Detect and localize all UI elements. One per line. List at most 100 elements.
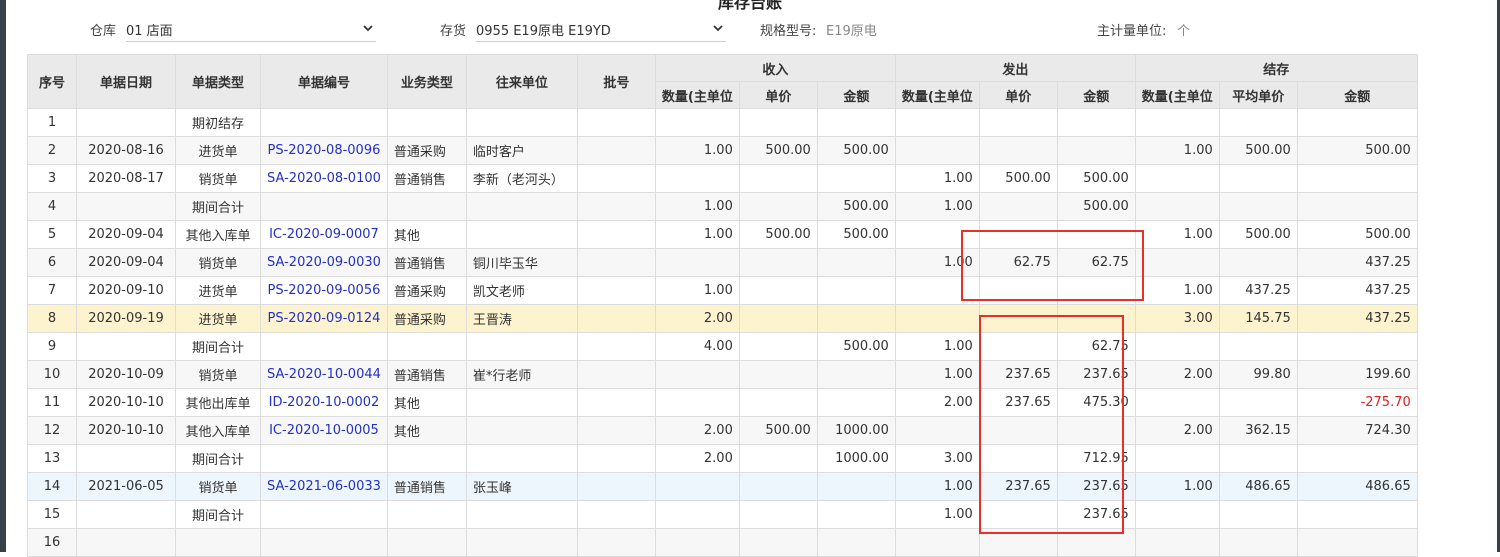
- cell-doc-type: 进货单: [175, 136, 261, 165]
- cell-seq: 13: [27, 444, 77, 473]
- table-row[interactable]: 12 2020-10-10 其他入库单 IC-2020-10-0005 其他 2.00 50…: [27, 416, 1418, 445]
- cell-date: 2020-09-04: [76, 220, 176, 249]
- cell-seq: 2: [27, 136, 77, 165]
- warehouse-label: 仓库: [90, 24, 117, 39]
- cell-in-amount: [816, 276, 896, 305]
- cell-out-qty: 3.00: [894, 444, 980, 473]
- col-header-seq[interactable]: 序号: [27, 54, 77, 109]
- chevron-down-icon: [713, 25, 723, 32]
- cell-partner: [465, 444, 578, 473]
- cell-in-qty: 2.00: [654, 444, 740, 473]
- cell-doc-type: 销货单: [175, 472, 261, 501]
- table-row[interactable]: 7 2020-09-10 进货单 PS-2020-09-0056 普通采购 凯文老师 1.0…: [27, 276, 1418, 305]
- cell-biz-type: 普通销售: [386, 164, 467, 193]
- doc-number-link[interactable]: SA-2020-08-0100: [267, 171, 381, 186]
- doc-number-link[interactable]: PS-2020-08-0096: [268, 143, 381, 158]
- table-row[interactable]: 2 2020-08-16 进货单 PS-2020-08-0096 普通采购 临时客户 1.0…: [27, 136, 1418, 165]
- cell-in-amount: 1000.00: [816, 444, 896, 473]
- col-header-doc-no[interactable]: 单据编号: [260, 54, 388, 109]
- cell-bal-amount: 199.60: [1296, 360, 1418, 389]
- cell-date: 2020-10-10: [76, 416, 176, 445]
- cell-batch: [576, 248, 656, 277]
- col-header-in-price[interactable]: 单价: [738, 81, 818, 109]
- cell-date: 2020-08-17: [76, 164, 176, 193]
- col-header-biz-type[interactable]: 业务类型: [386, 54, 467, 109]
- col-header-bal-amount[interactable]: 金额: [1296, 81, 1418, 109]
- cell-in-qty: [654, 248, 740, 277]
- cell-out-qty: 1.00: [894, 472, 980, 501]
- cell-bal-qty: [1134, 444, 1220, 473]
- cell-partner: [465, 500, 578, 529]
- table-row[interactable]: 13 期间合计 2.00 1000.00 3.00 712.95: [27, 444, 1418, 473]
- doc-number-link[interactable]: PS-2020-09-0056: [268, 283, 381, 298]
- inventory-label: 存货: [440, 24, 467, 39]
- cell-out-price: [978, 136, 1058, 165]
- cell-partner: 崔*行老师: [465, 360, 578, 389]
- cell-out-qty: [894, 416, 980, 445]
- cell-batch: [576, 444, 656, 473]
- cell-bal-amount: [1296, 528, 1418, 557]
- cell-batch: [576, 500, 656, 529]
- table-row[interactable]: 15 期间合计 1.00 237.65: [27, 500, 1418, 529]
- cell-doc-no: [260, 444, 388, 473]
- doc-number-link[interactable]: IC-2020-09-0007: [269, 227, 379, 242]
- doc-number-link[interactable]: IC-2020-10-0005: [269, 423, 379, 438]
- col-header-out-qty[interactable]: 数量(主单位: [894, 81, 980, 109]
- table-row[interactable]: 5 2020-09-04 其他入库单 IC-2020-09-0007 其他 1.00 500…: [27, 220, 1418, 249]
- cell-doc-no: [260, 108, 388, 137]
- table-row[interactable]: 10 2020-10-09 销货单 SA-2020-10-0044 普通销售 崔*行老师 1…: [27, 360, 1418, 389]
- col-header-bal-qty[interactable]: 数量(主单位: [1134, 81, 1220, 109]
- cell-bal-avg-price: [1218, 500, 1298, 529]
- cell-out-qty: [894, 108, 980, 137]
- table-row[interactable]: 6 2020-09-04 销货单 SA-2020-09-0030 普通销售 铜川毕玉华 1.…: [27, 248, 1418, 277]
- col-group-balance: 结存: [1134, 54, 1418, 82]
- cell-biz-type: 普通采购: [386, 276, 467, 305]
- cell-biz-type: 其他: [386, 416, 467, 445]
- col-header-date[interactable]: 单据日期: [76, 54, 176, 109]
- inventory-select[interactable]: 0955 E19原电 E19YD: [476, 16, 726, 42]
- table-row[interactable]: 3 2020-08-17 销货单 SA-2020-08-0100 普通销售 李新（老河头）…: [27, 164, 1418, 193]
- cell-in-amount: 500.00: [816, 220, 896, 249]
- cell-partner: [465, 108, 578, 137]
- cell-doc-type: 期间合计: [175, 444, 261, 473]
- cell-in-price: [738, 248, 818, 277]
- cell-in-qty: 2.00: [654, 416, 740, 445]
- col-header-batch[interactable]: 批号: [576, 54, 656, 109]
- col-header-bal-avg-price[interactable]: 平均单价: [1218, 81, 1298, 109]
- cell-in-amount: [816, 304, 896, 333]
- warehouse-select[interactable]: 01 店面: [126, 16, 376, 42]
- table-row[interactable]: 16: [27, 528, 1418, 557]
- cell-bal-amount: [1296, 164, 1418, 193]
- doc-number-link[interactable]: SA-2020-10-0044: [267, 367, 381, 382]
- col-header-out-price[interactable]: 单价: [978, 81, 1058, 109]
- col-header-doc-type[interactable]: 单据类型: [175, 54, 261, 109]
- doc-number-link[interactable]: ID-2020-10-0002: [269, 395, 380, 410]
- cell-batch: [576, 164, 656, 193]
- col-header-in-qty[interactable]: 数量(主单位: [654, 81, 740, 109]
- table-row[interactable]: 4 期间合计 1.00 500.00 1.00 500.00: [27, 192, 1418, 221]
- cell-in-qty: [654, 108, 740, 137]
- inventory-select-value: 0955 E19原电 E19YD: [476, 24, 611, 39]
- cell-bal-avg-price: 500.00: [1218, 220, 1298, 249]
- table-row[interactable]: 14 2021-06-05 销货单 SA-2021-06-0033 普通销售 张玉峰 1.0…: [27, 472, 1418, 501]
- cell-date: [76, 192, 176, 221]
- table-row[interactable]: 8 2020-09-19 进货单 PS-2020-09-0124 普通采购 王晋涛 2.00…: [27, 304, 1418, 333]
- cell-bal-avg-price: [1218, 332, 1298, 361]
- cell-bal-qty: [1134, 164, 1220, 193]
- col-header-in-amount[interactable]: 金额: [816, 81, 896, 109]
- col-header-out-amount[interactable]: 金额: [1056, 81, 1136, 109]
- col-header-partner[interactable]: 往来单位: [465, 54, 578, 109]
- cell-date: 2020-09-19: [76, 304, 176, 333]
- cell-seq: 5: [27, 220, 77, 249]
- cell-out-qty: 1.00: [894, 360, 980, 389]
- cell-in-qty: [654, 500, 740, 529]
- cell-in-price: [738, 276, 818, 305]
- table-row[interactable]: 11 2020-10-10 其他出库单 ID-2020-10-0002 其他 2.00 23…: [27, 388, 1418, 417]
- cell-in-amount: 500.00: [816, 136, 896, 165]
- table-row[interactable]: 1 期初结存: [27, 108, 1418, 137]
- cell-partner: 临时客户: [465, 136, 578, 165]
- doc-number-link[interactable]: SA-2021-06-0033: [267, 479, 381, 494]
- table-row[interactable]: 9 期间合计 4.00 500.00 1.00 62.75: [27, 332, 1418, 361]
- doc-number-link[interactable]: PS-2020-09-0124: [268, 311, 381, 326]
- doc-number-link[interactable]: SA-2020-09-0030: [267, 255, 381, 270]
